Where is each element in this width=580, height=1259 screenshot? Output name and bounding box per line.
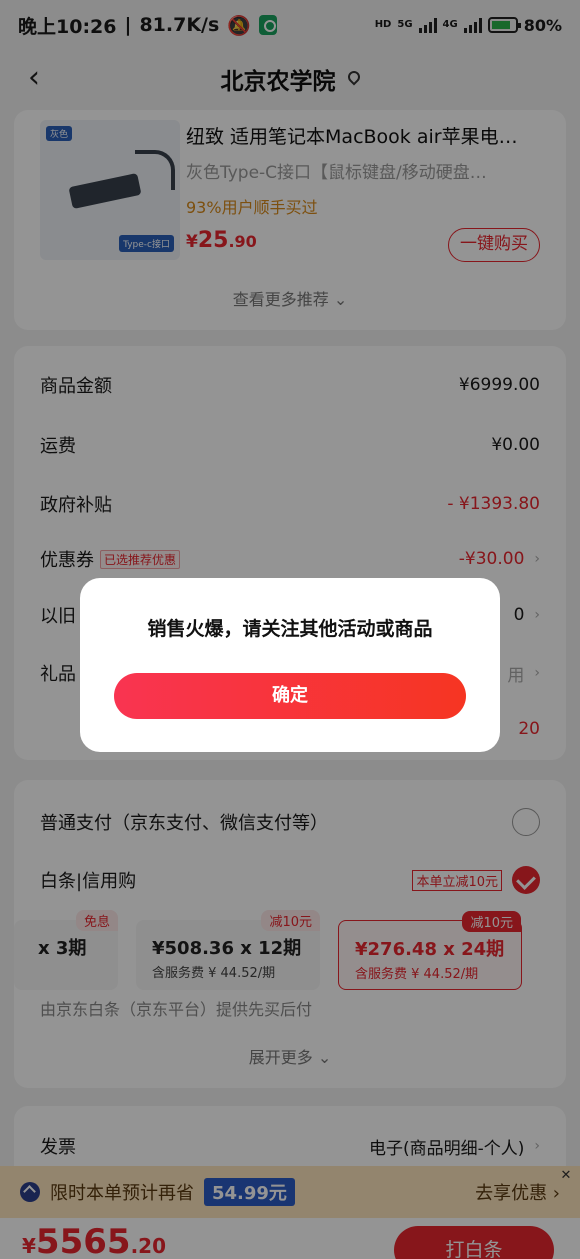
alert-dialog: 销售火爆，请关注其他活动或商品 确定	[80, 578, 500, 752]
confirm-button[interactable]: 确定	[114, 673, 466, 719]
dialog-message: 销售火爆，请关注其他活动或商品	[147, 618, 433, 640]
